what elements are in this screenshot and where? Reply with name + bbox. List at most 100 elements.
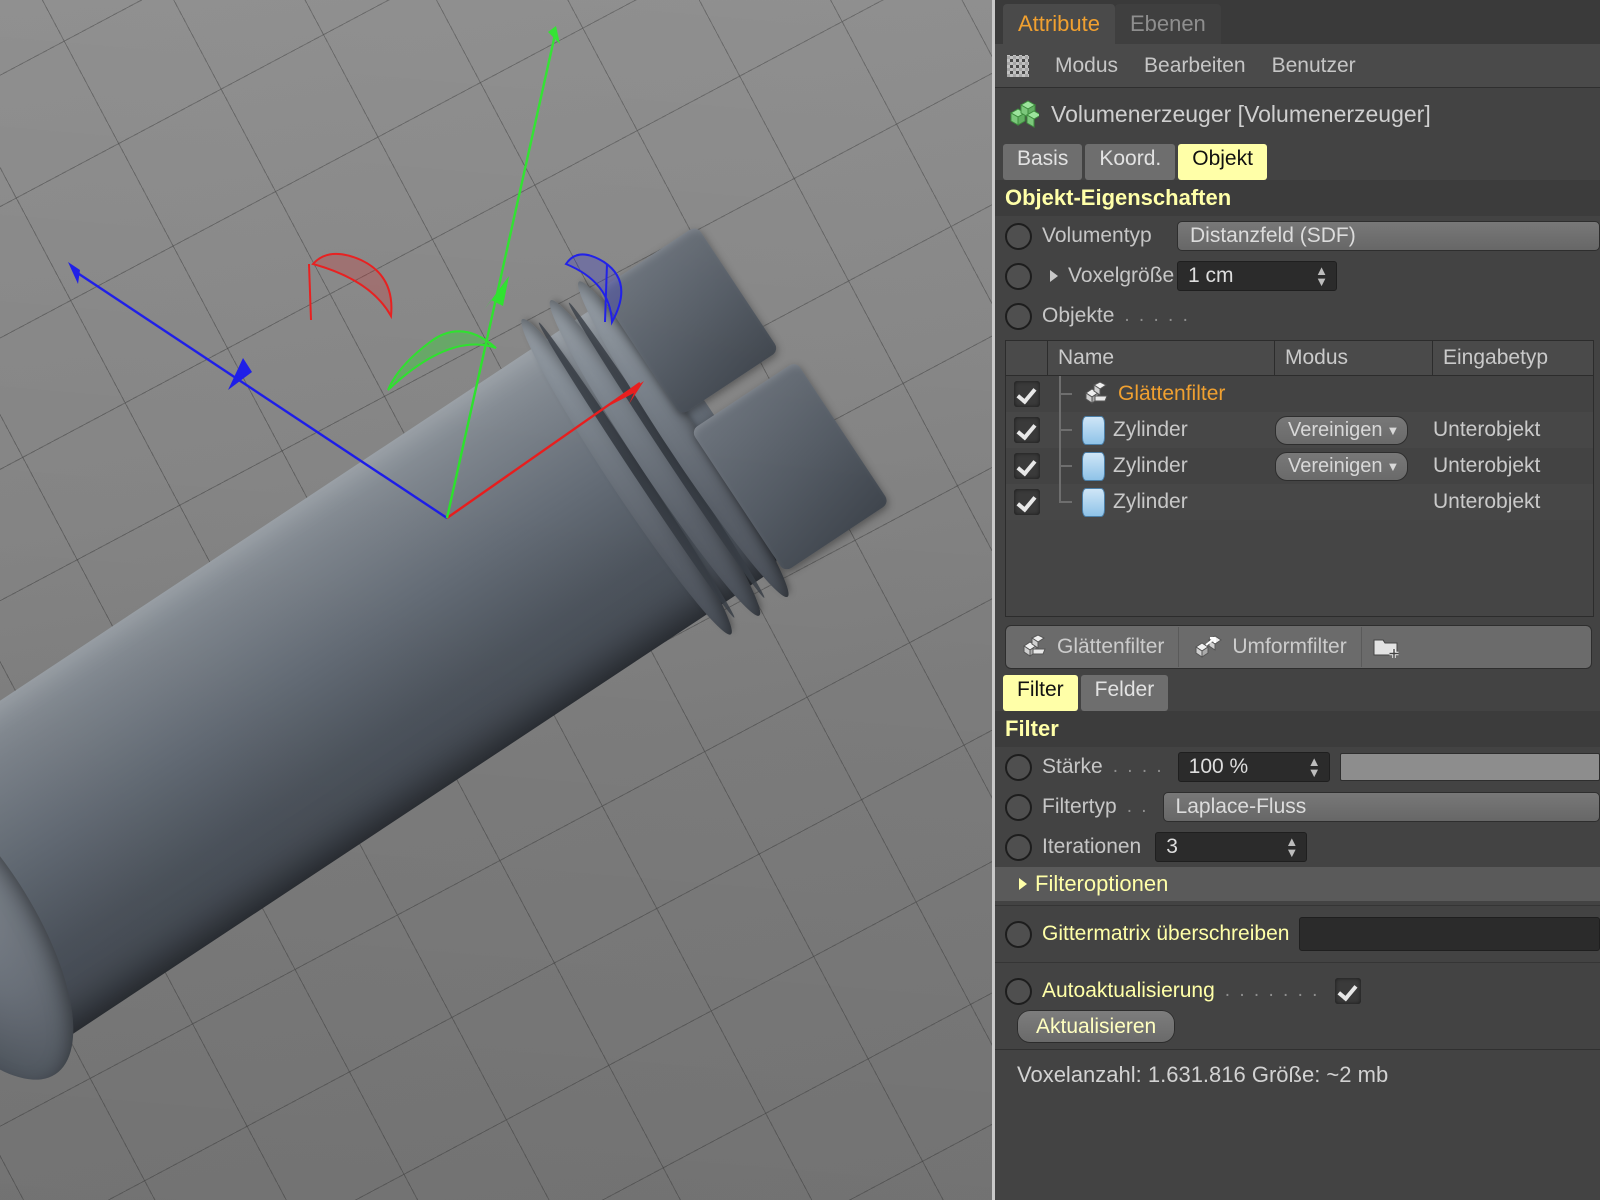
row-mode[interactable]: Vereinigen ▼: [1275, 415, 1433, 445]
tab-felder[interactable]: Felder: [1080, 675, 1169, 711]
reshape-filter-icon: [1195, 635, 1223, 658]
row-filtertyp: Filtertyp . . Laplace-Fluss: [995, 787, 1600, 827]
row-checkbox[interactable]: [1006, 489, 1048, 515]
staerke-radio[interactable]: [1005, 753, 1032, 781]
table-row[interactable]: Zylinder Vereinigen ▼ Unterobjekt: [1006, 448, 1593, 484]
col-name[interactable]: Name: [1048, 341, 1275, 375]
viewport-3d[interactable]: [0, 0, 992, 1200]
chevron-down-icon[interactable]: ▼: [1387, 459, 1400, 474]
table-row[interactable]: Zylinder Vereinigen ▼ Unterobjekt: [1006, 412, 1593, 448]
row-type: Unterobjekt: [1433, 490, 1541, 513]
staerke-slider[interactable]: [1339, 753, 1600, 781]
smoothing-filter-icon: [1023, 634, 1046, 657]
gittermatrix-radio[interactable]: [1005, 920, 1032, 948]
section-filter: Filter: [995, 711, 1600, 747]
page-title: Volumenerzeuger [Volumenerzeuger]: [1051, 100, 1431, 127]
volumentyp-dropdown[interactable]: Distanzfeld (SDF): [1177, 221, 1600, 251]
table-row[interactable]: Glättenfilter: [1006, 376, 1593, 412]
iterationen-radio[interactable]: [1005, 833, 1032, 861]
row-type: Unterobjekt: [1433, 454, 1541, 477]
object-list-empty-area[interactable]: [1006, 520, 1593, 616]
filteroptionen-label: Filteroptionen: [1035, 871, 1169, 896]
table-row[interactable]: Zylinder Unterobjekt: [1006, 484, 1593, 520]
spinner-arrows-icon[interactable]: ▲ ▼: [1285, 835, 1298, 859]
section-object-properties: Objekt-Eigenschaften: [995, 180, 1600, 216]
tree-connector: [1048, 376, 1074, 412]
subtab-basis[interactable]: Basis: [1003, 144, 1083, 180]
row-name: Zylinder: [1113, 490, 1188, 513]
gittermatrix-label: Gittermatrix überschreiben: [1042, 922, 1290, 945]
filteroptionen-group[interactable]: Filteroptionen: [995, 867, 1600, 901]
col-modus[interactable]: Modus: [1275, 341, 1433, 375]
object-list[interactable]: Name Modus Eingabetyp Glättenfilter Zyli…: [1005, 340, 1594, 617]
spinner-arrows-icon[interactable]: ▲ ▼: [1315, 264, 1328, 288]
filtertyp-radio[interactable]: [1005, 793, 1032, 821]
row-staerke: Stärke . . . . 100 % ▲ ▼: [995, 747, 1600, 787]
row-volumentyp: Volumentyp Distanzfeld (SDF): [995, 216, 1600, 256]
autoaktualisierung-checkbox[interactable]: [1335, 978, 1362, 1004]
filtertyp-dropdown[interactable]: Laplace-Fluss: [1162, 792, 1600, 822]
row-checkbox[interactable]: [1006, 453, 1048, 479]
smoothing-filter-icon: [1085, 381, 1108, 404]
row-mode[interactable]: Vereinigen ▼: [1275, 451, 1433, 481]
panel-tabbar: Attribute Ebenen: [995, 0, 1600, 44]
filteroptionen-expand-icon[interactable]: [1019, 878, 1027, 890]
gittermatrix-input[interactable]: [1299, 917, 1600, 951]
object-subtabs: Basis Koord. Objekt: [995, 140, 1600, 180]
tab-filter[interactable]: Filter: [1003, 675, 1078, 711]
row-mode-label: Vereinigen: [1288, 454, 1383, 477]
glaettenfilter-button[interactable]: Glättenfilter: [1006, 627, 1180, 667]
spinner-arrows-icon[interactable]: ▲ ▼: [1308, 755, 1321, 779]
row-objekte: Objekte . . . . .: [995, 296, 1600, 336]
umformfilter-label: Umformfilter: [1232, 635, 1347, 658]
glaettenfilter-label: Glättenfilter: [1057, 635, 1165, 658]
filter-toolbar: Glättenfilter Umformfilter: [1005, 625, 1592, 669]
staerke-label: Stärke: [1042, 755, 1103, 778]
row-checkbox[interactable]: [1006, 417, 1048, 443]
voxelgroesse-expand-icon[interactable]: [1050, 270, 1058, 282]
autoaktualisierung-dots: . . . . . . .: [1224, 980, 1320, 1001]
chevron-down-icon[interactable]: ▼: [1387, 423, 1400, 438]
col-eingabetyp[interactable]: Eingabetyp: [1433, 341, 1593, 375]
aktualisieren-button[interactable]: Aktualisieren: [1017, 1010, 1176, 1043]
voxelgroesse-radio[interactable]: [1005, 262, 1032, 290]
tree-connector: [1048, 412, 1074, 448]
checkerboard-grip-icon[interactable]: [1007, 54, 1029, 77]
row-gittermatrix: Gittermatrix überschreiben: [995, 910, 1600, 958]
aktualisieren-row: Aktualisieren: [995, 1010, 1600, 1043]
subtab-objekt[interactable]: Objekt: [1178, 144, 1267, 180]
umformfilter-button[interactable]: Umformfilter: [1179, 627, 1362, 667]
panel-menubar: Modus Bearbeiten Benutzer: [995, 44, 1600, 88]
autoaktualisierung-radio[interactable]: [1005, 977, 1032, 1005]
viewport-shading-overlay: [0, 0, 992, 1200]
menu-benutzer[interactable]: Benutzer: [1272, 54, 1356, 78]
filter-field-tabs: Filter Felder: [995, 669, 1600, 711]
add-folder-button[interactable]: [1362, 627, 1412, 667]
tree-connector: [1048, 448, 1074, 484]
filtertyp-dots: . .: [1126, 796, 1149, 817]
volume-generator-icon: [1009, 100, 1039, 128]
voxelgroesse-input[interactable]: 1 cm ▲ ▼: [1177, 261, 1337, 291]
objekte-radio[interactable]: [1005, 302, 1032, 330]
menu-modus[interactable]: Modus: [1055, 54, 1118, 78]
row-type: Unterobjekt: [1433, 418, 1541, 441]
staerke-value: 100 %: [1188, 755, 1249, 778]
menu-bearbeiten[interactable]: Bearbeiten: [1144, 54, 1246, 78]
iterationen-label: Iterationen: [1042, 835, 1142, 858]
subtab-koord[interactable]: Koord.: [1085, 144, 1176, 180]
row-checkbox[interactable]: [1006, 381, 1048, 407]
cylinder-icon: [1082, 451, 1105, 481]
tab-ebenen[interactable]: Ebenen: [1114, 4, 1221, 44]
divider: [995, 962, 1600, 963]
volumentyp-radio[interactable]: [1005, 222, 1032, 250]
staerke-input[interactable]: 100 % ▲ ▼: [1177, 752, 1330, 782]
tab-attribute[interactable]: Attribute: [1003, 4, 1115, 44]
row-name: Glättenfilter: [1118, 382, 1226, 405]
row-voxelgroesse: Voxelgröße 1 cm ▲ ▼: [995, 256, 1600, 296]
row-name: Zylinder: [1113, 454, 1188, 477]
add-folder-icon: [1373, 639, 1399, 658]
staerke-dots: . . . .: [1112, 756, 1164, 777]
iterationen-value: 3: [1166, 835, 1178, 858]
iterationen-input[interactable]: 3 ▲ ▼: [1155, 832, 1308, 862]
col-check: [1006, 341, 1048, 375]
